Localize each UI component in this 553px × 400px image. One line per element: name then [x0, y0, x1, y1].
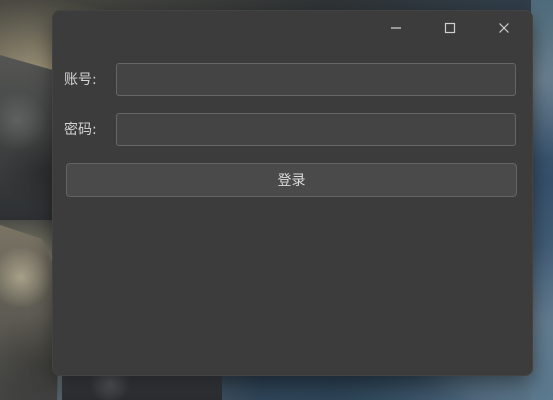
password-label: 密码:: [64, 122, 97, 138]
close-button[interactable]: [477, 10, 531, 46]
login-button[interactable]: 登录: [66, 163, 517, 197]
desktop-rock-bottom: [62, 372, 222, 400]
login-window: 账号: 密码: 登录: [52, 10, 533, 376]
account-label: 账号:: [64, 72, 97, 88]
desktop-rock-lower: [0, 225, 60, 400]
minimize-button[interactable]: [369, 10, 423, 46]
minimize-icon: [389, 21, 403, 35]
desktop-rock-upper: [0, 55, 58, 220]
close-icon: [497, 21, 511, 35]
password-field[interactable]: [116, 113, 516, 146]
maximize-icon: [443, 21, 457, 35]
account-field[interactable]: [116, 63, 516, 96]
title-bar[interactable]: [52, 10, 533, 46]
desktop-water: [531, 0, 553, 400]
maximize-button[interactable]: [423, 10, 477, 46]
